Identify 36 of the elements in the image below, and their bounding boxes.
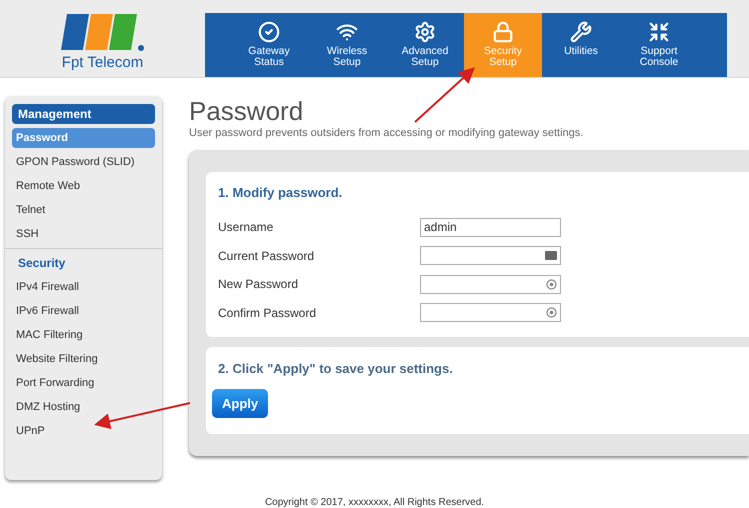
sidebar-item[interactable]: MAC Filtering [12, 325, 155, 345]
field-label: Current Password [218, 248, 316, 265]
lock-icon [492, 21, 514, 43]
sidebar-item[interactable]: Telnet [12, 200, 155, 220]
input-field[interactable] [420, 303, 561, 322]
annotation-arrow [414, 67, 475, 123]
copyright-text: Copyright © 2017, xxxxxxxx, All Rights Reserved. [264, 496, 486, 508]
circle-icon [546, 278, 557, 290]
apply-button[interactable]: Apply [212, 389, 268, 418]
settings-icon [414, 21, 436, 43]
check-circle-icon [258, 21, 280, 43]
sidebar-item[interactable]: GPON Password (SLID) [12, 152, 155, 172]
circle-icon [546, 307, 557, 318]
section-heading: 2. Click "Apply" to save your settings. [217, 361, 454, 377]
sidebar-heading: Security [17, 255, 66, 272]
sidebar-item[interactable]: Remote Web [12, 176, 155, 196]
input-field[interactable] [420, 246, 561, 266]
sidebar-item[interactable]: DMZ Hosting [12, 397, 155, 417]
wrench-icon [570, 21, 592, 43]
section-heading: 1. Modify password. [218, 185, 344, 201]
input-field[interactable] [420, 274, 561, 294]
field-label: Confirm Password [218, 304, 318, 322]
sidebar-item[interactable]: IPv6 Firewall [12, 301, 155, 321]
field-label: New Password [218, 276, 300, 294]
sidebar-item[interactable]: SSH [12, 224, 155, 244]
shrink-arrows-icon [648, 21, 670, 43]
page-title: Password [189, 96, 304, 126]
brand-name: Fpt Telecom [62, 54, 144, 72]
page-description: User password prevents outsiders from accessing or modifying gateway settings. [189, 126, 584, 140]
field-label: Username [218, 219, 274, 236]
sidebar-item[interactable]: Website Filtering [12, 349, 155, 369]
sidebar-item[interactable]: Port Forwarding [12, 373, 155, 393]
input-field[interactable]: admin [420, 218, 561, 237]
sidebar-item[interactable]: UPnP [12, 421, 155, 441]
sidebar-heading: Management [12, 104, 155, 124]
sidebar-item[interactable]: IPv4 Firewall [12, 277, 155, 297]
